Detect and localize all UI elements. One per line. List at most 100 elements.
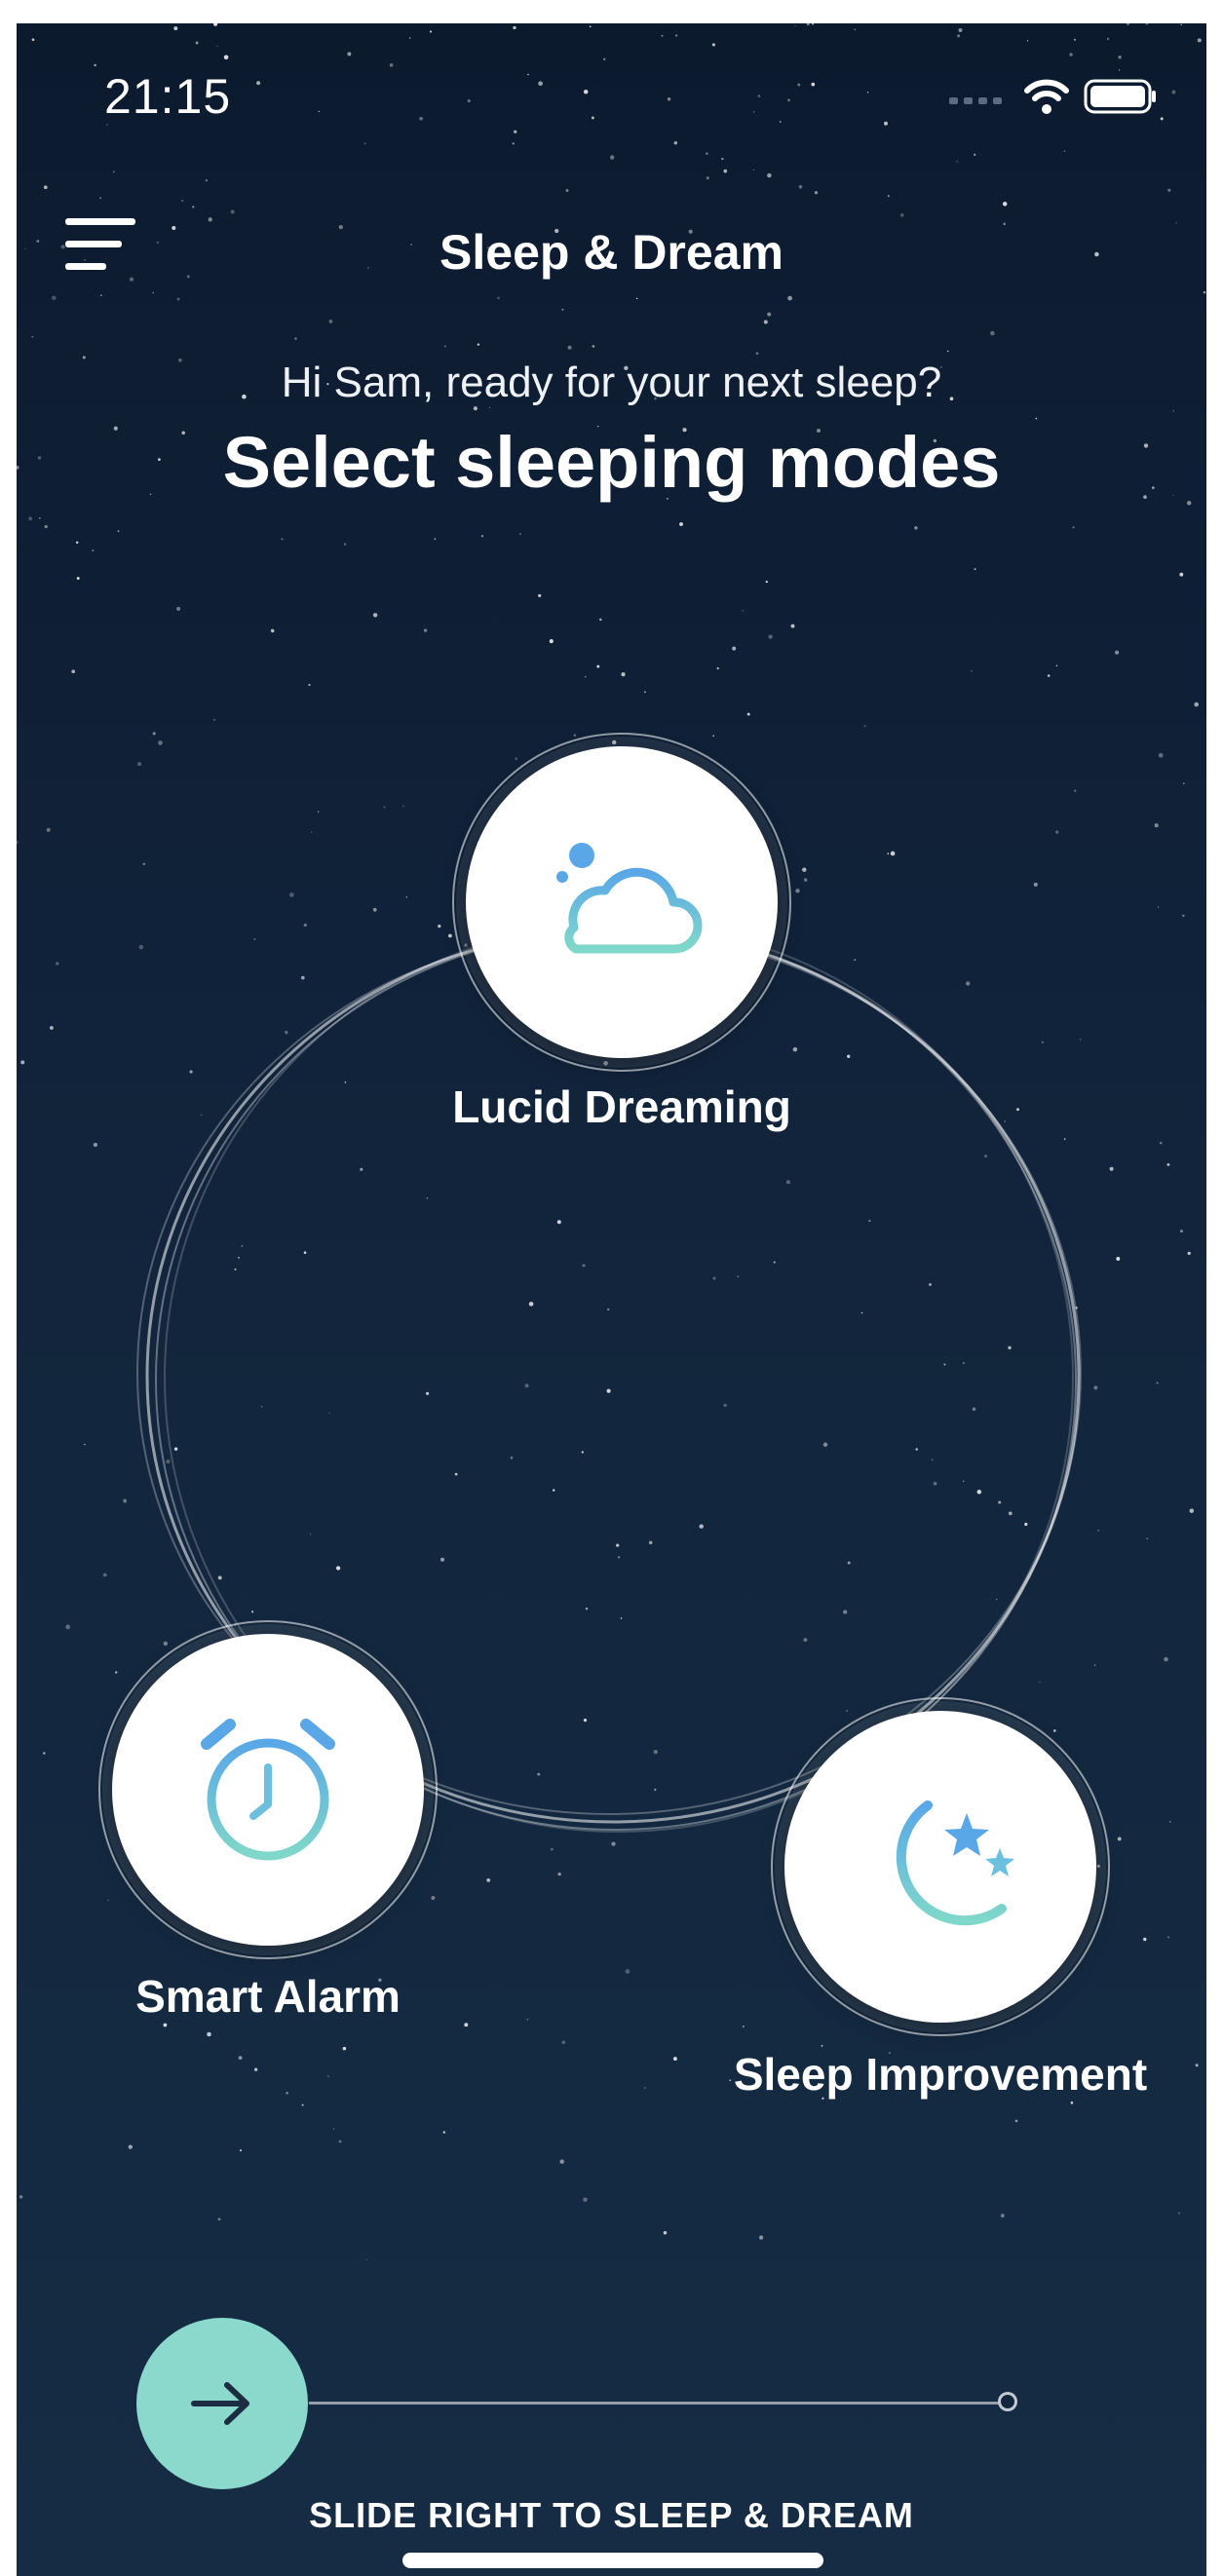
star (1203, 290, 1206, 294)
star (327, 2075, 329, 2077)
star (1055, 664, 1058, 667)
home-indicator[interactable] (402, 2553, 823, 2568)
star (790, 624, 795, 628)
star (1118, 69, 1121, 71)
star (1177, 2212, 1181, 2215)
star (765, 580, 768, 584)
star (343, 543, 347, 546)
star (1118, 55, 1122, 59)
star (549, 639, 554, 644)
star (742, 610, 744, 612)
star (798, 184, 803, 189)
star (732, 646, 737, 651)
star (1069, 53, 1073, 57)
star (661, 34, 664, 37)
star (1070, 2102, 1074, 2104)
star (31, 38, 35, 42)
star (1014, 2119, 1018, 2123)
slide-to-sleep-knob[interactable] (136, 2318, 308, 2489)
star (117, 530, 120, 532)
moon-stars-icon (896, 1800, 1014, 1926)
star (253, 2067, 258, 2071)
star (887, 195, 890, 197)
star (281, 538, 284, 541)
star (207, 2031, 211, 2037)
star (192, 206, 195, 208)
star (812, 23, 814, 25)
star (333, 2128, 335, 2130)
star (238, 2056, 243, 2060)
star (239, 2149, 243, 2152)
star (442, 2131, 446, 2134)
star (768, 634, 773, 639)
alarm-clock-icon (201, 1719, 335, 1861)
star (338, 2140, 342, 2143)
slide-end-marker (998, 2392, 1017, 2411)
star (223, 55, 229, 60)
star (561, 2040, 566, 2045)
star (779, 121, 782, 123)
star (644, 691, 646, 694)
star (946, 350, 949, 353)
sleep-improvement-button[interactable] (771, 1697, 1110, 2036)
star (567, 345, 572, 350)
star (181, 200, 183, 202)
star (176, 297, 180, 301)
star (957, 34, 961, 38)
star (663, 2230, 668, 2235)
star (565, 189, 569, 192)
star (195, 41, 199, 45)
star (76, 577, 80, 581)
star (423, 628, 428, 632)
star (128, 2144, 133, 2149)
star (464, 2023, 469, 2027)
star (759, 2235, 764, 2240)
mode-label-sleep-improvement: Sleep Improvement (733, 2049, 1148, 2100)
cloud-icon (556, 843, 703, 954)
star (205, 179, 209, 182)
star (679, 522, 683, 526)
star (755, 352, 759, 355)
star (706, 152, 708, 155)
star (39, 516, 41, 519)
star (28, 516, 33, 521)
star (1000, 2214, 1005, 2218)
star (1171, 90, 1176, 95)
star (99, 197, 101, 199)
star (419, 116, 423, 121)
page-title: Sleep & Dream (440, 225, 783, 280)
star (559, 2159, 564, 2164)
mode-label-smart-alarm: Smart Alarm (135, 1971, 401, 2022)
star (723, 169, 728, 173)
star (592, 345, 595, 348)
signal-icon (949, 97, 1002, 104)
slide-instruction: SLIDE RIGHT TO SLEEP & DREAM (309, 2495, 914, 2535)
star (742, 2026, 745, 2027)
star (721, 158, 724, 161)
star (583, 89, 589, 95)
star (538, 81, 543, 87)
star (52, 295, 57, 300)
star (674, 34, 678, 37)
smart-alarm-button[interactable] (98, 1620, 438, 1959)
star (609, 155, 615, 160)
star (591, 116, 594, 120)
star (1179, 572, 1184, 577)
wifi-icon (1024, 79, 1069, 114)
star (1145, 23, 1149, 25)
star (990, 330, 995, 336)
star (1035, 417, 1038, 420)
star (635, 297, 638, 300)
star (294, 337, 297, 340)
star (589, 25, 592, 28)
star (621, 672, 626, 677)
star (1047, 674, 1051, 677)
star (308, 683, 311, 687)
star (365, 2258, 368, 2261)
star (286, 2092, 288, 2095)
lucid-dreaming-button[interactable] (452, 733, 791, 1072)
star (408, 37, 411, 39)
star (527, 73, 529, 76)
headline: Select sleeping modes (222, 422, 1001, 503)
star (389, 63, 394, 67)
